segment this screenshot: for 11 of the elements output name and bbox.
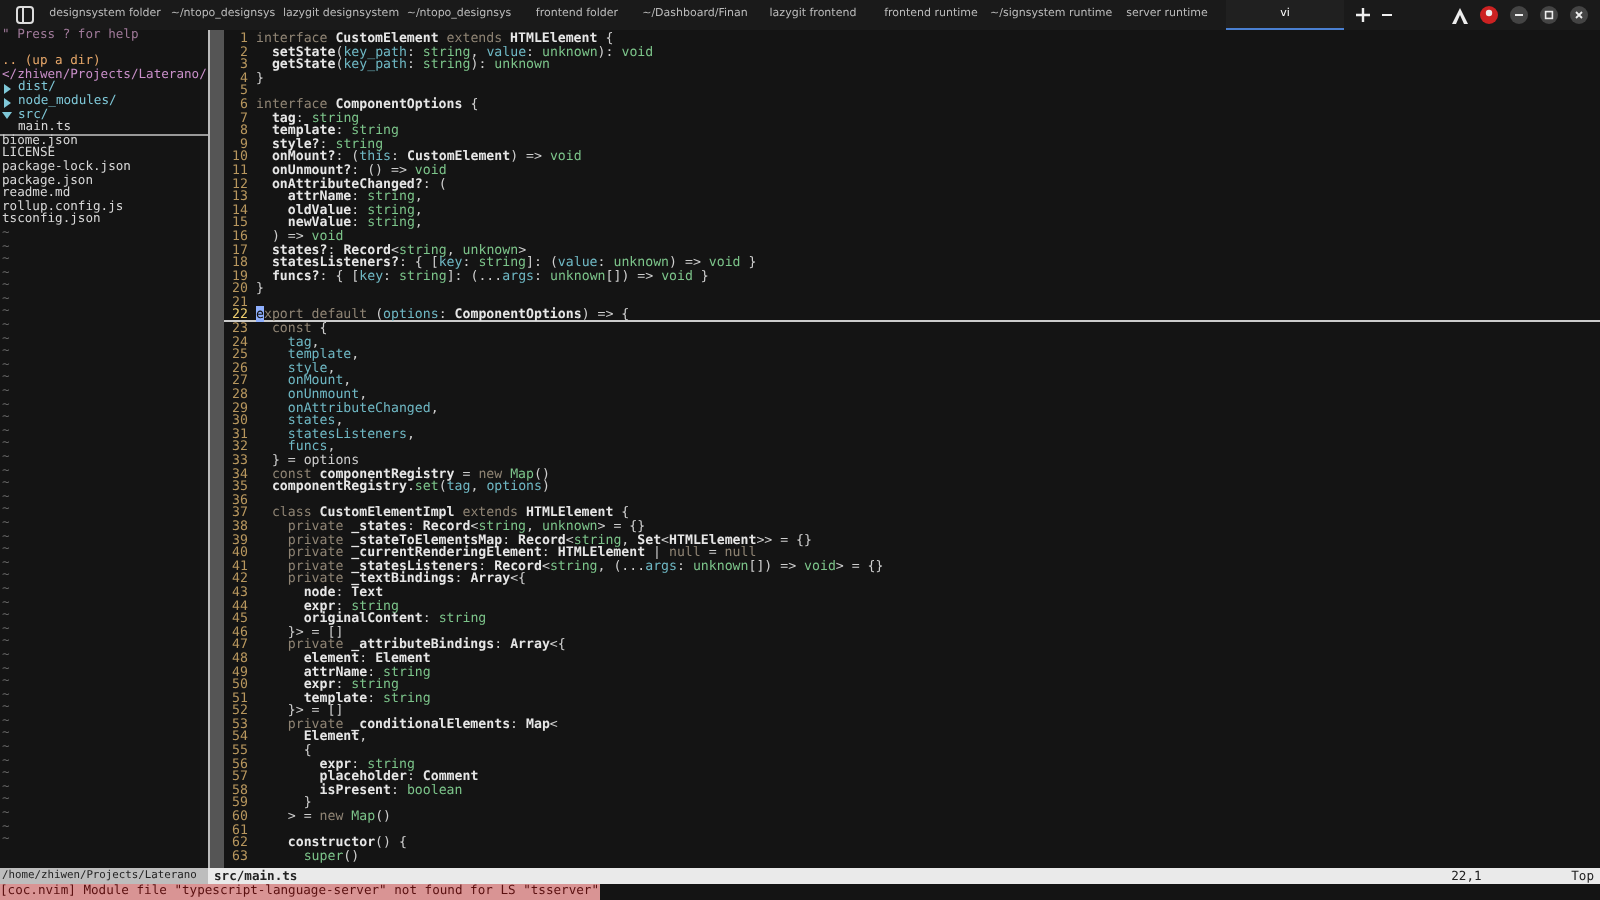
collapsed-arrow-icon[interactable] xyxy=(2,97,12,108)
expanded-arrow-icon[interactable] xyxy=(2,110,12,121)
minus-icon[interactable] xyxy=(1382,8,1392,22)
plus-icon[interactable] xyxy=(1356,8,1370,22)
profile-icon[interactable] xyxy=(1480,6,1498,24)
triangle-icon[interactable] xyxy=(1452,7,1468,23)
collapsed-arrow-icon[interactable] xyxy=(2,84,12,95)
close-icon[interactable] xyxy=(1570,6,1588,24)
sidebar-toggle-icon[interactable] xyxy=(16,6,34,24)
maximize-icon[interactable] xyxy=(1540,6,1558,24)
minimize-icon[interactable] xyxy=(1510,6,1528,24)
